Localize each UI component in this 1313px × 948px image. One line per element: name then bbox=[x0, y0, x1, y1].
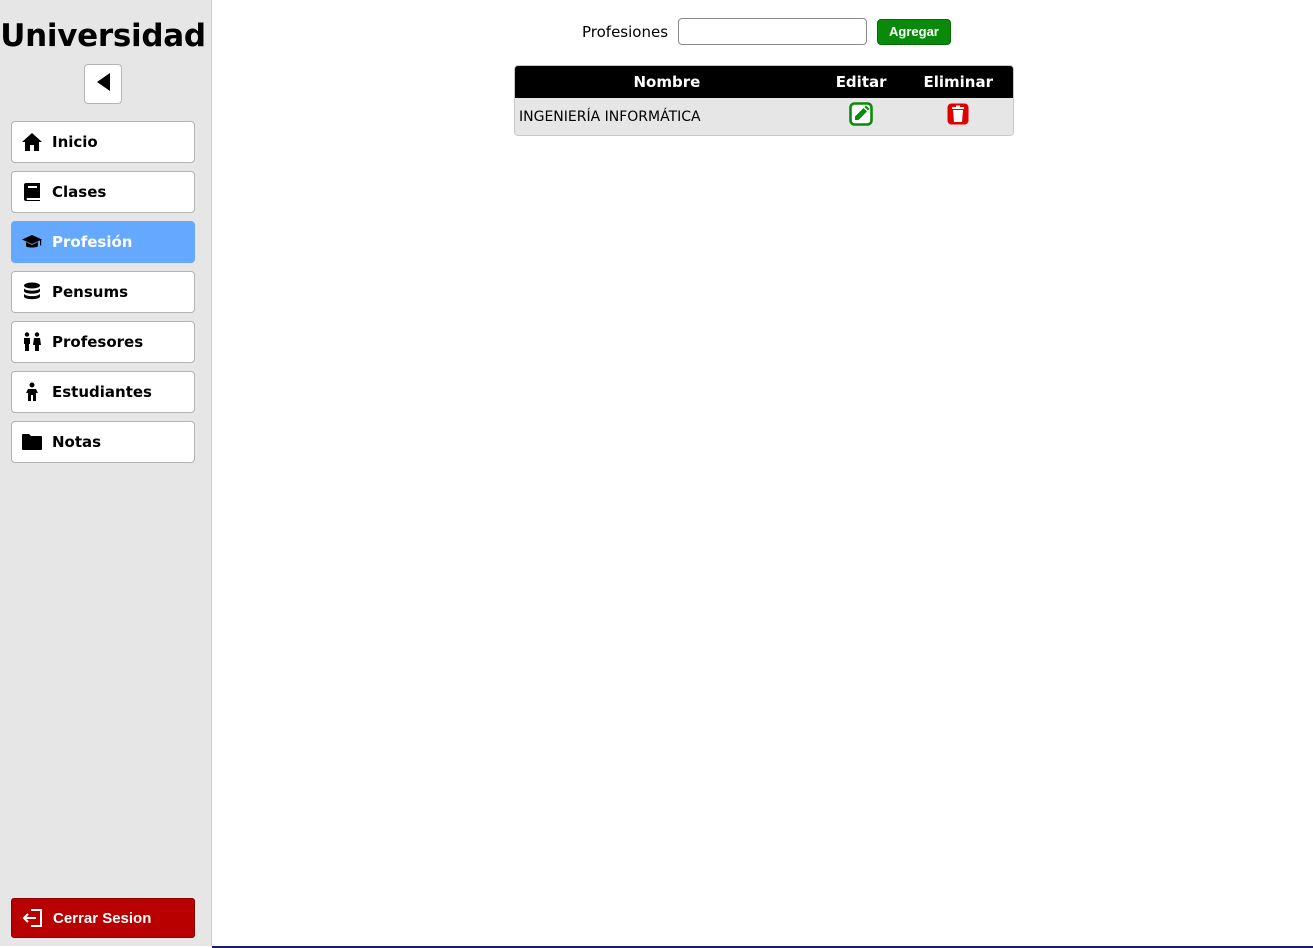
cell-eliminar bbox=[903, 103, 1013, 126]
brand-title: Universidad bbox=[0, 18, 206, 54]
people-icon bbox=[21, 331, 43, 353]
sign-out-icon bbox=[22, 907, 44, 929]
profesion-input[interactable] bbox=[678, 18, 868, 45]
add-button[interactable]: Agregar bbox=[877, 18, 951, 45]
home-icon bbox=[21, 131, 43, 153]
trash-icon[interactable] bbox=[946, 102, 970, 126]
database-icon bbox=[21, 281, 43, 303]
logout-button[interactable]: Cerrar Sesion bbox=[11, 898, 195, 938]
sidebar-item-estudiantes[interactable]: Estudiantes bbox=[11, 371, 195, 413]
header-editar: Editar bbox=[835, 73, 887, 91]
table-row: INGENIERÍA INFORMÁTICA bbox=[515, 98, 1013, 135]
logout-label: Cerrar Sesion bbox=[53, 909, 152, 927]
graduation-cap-icon bbox=[21, 231, 43, 253]
sidebar-item-notas[interactable]: Notas bbox=[11, 421, 195, 463]
folder-icon bbox=[21, 431, 43, 453]
sidebar-item-label: Clases bbox=[52, 183, 107, 201]
sidebar: Universidad Inicio Clases Profesión Pens… bbox=[0, 0, 212, 946]
profesiones-label: Profesiones bbox=[582, 22, 669, 41]
table-header: Nombre Editar Eliminar bbox=[515, 66, 1013, 98]
table-body: INGENIERÍA INFORMÁTICA bbox=[515, 98, 1013, 135]
cell-nombre: INGENIERÍA INFORMÁTICA bbox=[519, 108, 701, 125]
collapse-sidebar-button[interactable] bbox=[84, 64, 122, 104]
professions-table: Nombre Editar Eliminar INGENIERÍA INFORM… bbox=[514, 65, 1014, 136]
caret-left-icon bbox=[95, 72, 111, 96]
sidebar-item-profesores[interactable]: Profesores bbox=[11, 321, 195, 363]
sidebar-item-label: Estudiantes bbox=[52, 383, 152, 401]
sidebar-item-label: Profesión bbox=[52, 233, 133, 251]
header-eliminar: Eliminar bbox=[923, 73, 993, 91]
sidebar-item-label: Notas bbox=[52, 433, 102, 451]
sidebar-item-pensums[interactable]: Pensums bbox=[11, 271, 195, 313]
sidebar-nav: Inicio Clases Profesión Pensums Profesor… bbox=[11, 121, 195, 471]
header-nombre: Nombre bbox=[633, 73, 701, 91]
sidebar-item-label: Profesores bbox=[52, 333, 144, 351]
sidebar-item-label: Inicio bbox=[52, 133, 98, 151]
sidebar-item-inicio[interactable]: Inicio bbox=[11, 121, 195, 163]
sidebar-item-label: Pensums bbox=[52, 283, 129, 301]
sidebar-item-profesion[interactable]: Profesión bbox=[11, 221, 195, 263]
cell-editar bbox=[819, 101, 904, 126]
child-icon bbox=[21, 381, 43, 403]
edit-icon[interactable] bbox=[849, 101, 873, 126]
book-icon bbox=[21, 181, 43, 203]
add-profession-form: Profesiones Agregar bbox=[582, 18, 951, 45]
main-content: Profesiones Agregar Nombre Editar Elimin… bbox=[213, 0, 1313, 946]
sidebar-item-clases[interactable]: Clases bbox=[11, 171, 195, 213]
